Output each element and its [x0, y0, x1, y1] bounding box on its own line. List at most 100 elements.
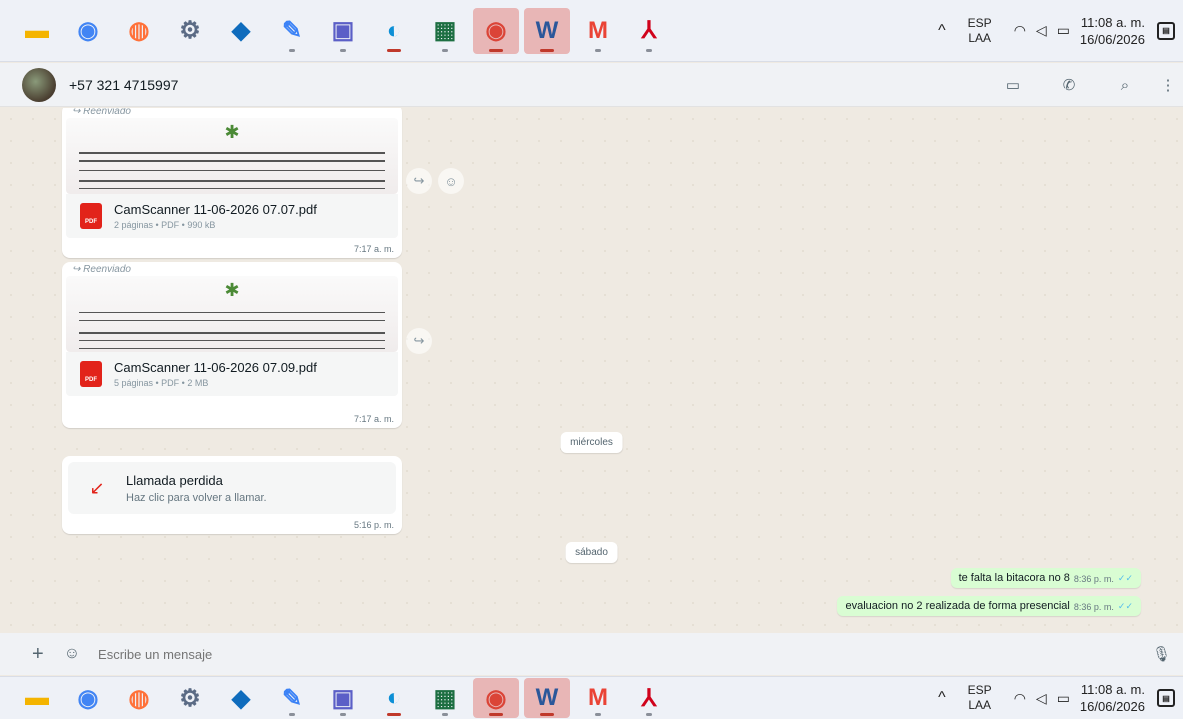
taskbar-app[interactable]: M — [575, 8, 621, 54]
file-explorer-icon: ▬ — [25, 16, 49, 44]
taskbar-app[interactable]: ◉ — [473, 7, 519, 54]
avatar[interactable] — [22, 67, 56, 102]
taskbar-app[interactable]: W — [524, 678, 570, 718]
taskbar-app[interactable]: ◐ — [371, 678, 417, 718]
teams-icon: ▣ — [331, 17, 355, 44]
taskbar-app[interactable]: ⅄ — [626, 8, 672, 54]
chevron-up-icon[interactable]: ^ — [938, 22, 946, 40]
taskbar-app[interactable]: ⅄ — [626, 678, 672, 718]
forward-icon[interactable]: ↪ — [406, 328, 432, 354]
taskbar-app[interactable]: M — [575, 678, 621, 718]
wifi-icon[interactable]: ◠ — [1014, 690, 1026, 707]
taskbar-app[interactable]: ◆ — [218, 8, 264, 54]
taskbar-apps: ▬ ◉ ◍ ⚙ ◆ ✎ ▣ ◐ ▦ ◉ W M ⅄ — [14, 678, 677, 718]
more-options-icon[interactable]: ⋮ — [1153, 76, 1183, 94]
call-back-card[interactable]: ↙ Llamada perdida Haz clic para volver a… — [68, 462, 396, 514]
day-separator: miércoles — [560, 432, 623, 453]
document-message[interactable]: ↪ Reenviado ✱ PDF CamScanner 11-06-2026 … — [62, 262, 402, 428]
message-time: 7:17 a. m. — [353, 414, 394, 424]
forward-icon[interactable]: ↪ — [406, 168, 432, 194]
header-actions: ▭ ✆ ⌕ ⋮ — [985, 63, 1183, 107]
taskbar-bottom: ▬ ◉ ◍ ⚙ ◆ ✎ ▣ ◐ ▦ ◉ W M ⅄ ^ ESP LAA ◠ ◁ ▭ 11:08 a. m… — [0, 676, 1183, 719]
document-info[interactable]: PDF CamScanner 11-06-2026 07.09.pdf 5 pá… — [66, 352, 398, 396]
message-composer: + ☺ 🎙 — [0, 633, 1183, 675]
taskbar-app[interactable]: ▣ — [320, 8, 366, 54]
outgoing-message[interactable]: evaluacion no 2 realizada de forma prese… — [837, 596, 1141, 616]
document-info[interactable]: PDF CamScanner 11-06-2026 07.07.pdf 2 pá… — [66, 194, 398, 238]
clock[interactable]: 11:08 a. m. 16/06/2026 — [1080, 14, 1145, 48]
contact-name[interactable]: +57 321 4715997 — [69, 77, 178, 93]
system-tray: ^ ESP LAA ◠ ◁ ▭ 11:08 a. m. 16/06/2026 ▤ — [938, 0, 1183, 61]
outlook-icon: ◆ — [231, 17, 251, 44]
document-message[interactable]: ↪ Reenviado ✱ PDF CamScanner 11-06-2026 … — [62, 108, 402, 258]
attach-plus-icon[interactable]: + — [32, 643, 44, 666]
taskbar-app[interactable]: ✎ — [269, 678, 315, 718]
taskbar-app[interactable]: ◆ — [218, 678, 264, 718]
taskbar-app[interactable]: ▦ — [422, 8, 468, 54]
document-name: CamScanner 11-06-2026 07.07.pdf — [114, 202, 317, 217]
taskbar-app[interactable]: ◉ — [65, 8, 111, 54]
running-indicator — [340, 713, 346, 716]
search-icon[interactable]: ⌕ — [1097, 77, 1153, 94]
forwarded-label: ↪ Reenviado — [72, 264, 131, 275]
chat-area[interactable]: ↪ Reenviado ✱ PDF CamScanner 11-06-2026 … — [0, 108, 1183, 632]
running-indicator — [489, 713, 503, 716]
running-indicator — [442, 48, 448, 52]
taskbar-app[interactable]: ▬ — [14, 678, 60, 718]
volume-icon[interactable]: ◁ — [1036, 22, 1047, 39]
wifi-icon[interactable]: ◠ — [1014, 22, 1026, 39]
emoji-icon[interactable]: ☺ — [64, 645, 80, 663]
battery-icon[interactable]: ▭ — [1057, 22, 1070, 39]
microphone-icon[interactable]: 🎙 — [1152, 645, 1171, 663]
taskbar-app[interactable]: ◐ — [371, 8, 417, 54]
clock-time: 11:08 a. m. — [1080, 14, 1145, 30]
chrome-icon: ◉ — [77, 17, 99, 44]
missed-call-icon: ↙ — [89, 477, 105, 498]
taskbar-app[interactable]: ▬ — [14, 8, 60, 54]
taskbar-app[interactable]: ◉ — [473, 678, 519, 718]
taskbar-app[interactable]: ◍ — [116, 8, 162, 54]
edge-icon: ◐ — [386, 684, 402, 711]
taskbar-app[interactable]: ◉ — [65, 678, 111, 718]
taskbar-app[interactable]: W — [524, 7, 570, 54]
running-indicator — [289, 713, 295, 716]
running-indicator — [289, 48, 295, 52]
taskbar-app[interactable]: ⚙ — [167, 678, 213, 718]
pdf-icon: PDF — [80, 361, 102, 387]
volume-icon[interactable]: ◁ — [1036, 690, 1047, 707]
firefox-icon: ◍ — [128, 684, 150, 712]
logo-icon: ✱ — [224, 280, 240, 300]
battery-icon[interactable]: ▭ — [1057, 690, 1070, 707]
lang-layout: LAA — [968, 30, 992, 45]
language-indicator[interactable]: ESP LAA — [968, 16, 992, 46]
notification-icon[interactable]: ▤ — [1157, 21, 1175, 40]
clock-date: 16/06/2026 — [1079, 31, 1145, 47]
clock[interactable]: 11:08 a. m. 16/06/2026 — [1080, 681, 1145, 715]
taskbar-app[interactable]: ⚙ — [167, 8, 213, 54]
blue-app-icon: ✎ — [281, 17, 303, 44]
clock-time: 11:08 a. m. — [1080, 682, 1145, 697]
outgoing-message[interactable]: te falta la bitacora no 8 8:36 p. m. ✓✓ — [950, 568, 1141, 588]
chevron-up-icon[interactable]: ^ — [938, 689, 946, 707]
outlook-icon: ◆ — [231, 684, 251, 712]
message-actions: ↪ ☺ — [406, 168, 464, 194]
chrome-active-icon: ◉ — [485, 17, 507, 44]
clock-date: 16/06/2026 — [1079, 699, 1145, 714]
phone-icon[interactable]: ✆ — [1041, 76, 1097, 94]
language-indicator[interactable]: ESP LAA — [968, 683, 992, 713]
chat-header: +57 321 4715997 ▭ ✆ ⌕ ⋮ — [0, 63, 1183, 107]
document-preview[interactable]: ✱ — [66, 118, 398, 194]
day-separator: sábado — [565, 542, 618, 563]
video-call-icon[interactable]: ▭ — [985, 76, 1041, 94]
notification-icon[interactable]: ▤ — [1157, 689, 1175, 707]
taskbar-app[interactable]: ▣ — [320, 678, 366, 718]
taskbar-app[interactable]: ▦ — [422, 678, 468, 718]
taskbar-app[interactable]: ◍ — [116, 678, 162, 718]
emoji-react-icon[interactable]: ☺ — [438, 168, 464, 194]
message-actions: ↪ — [406, 328, 432, 354]
taskbar-app[interactable]: ✎ — [269, 8, 315, 54]
document-name: CamScanner 11-06-2026 07.09.pdf — [114, 360, 317, 375]
document-preview[interactable]: ✱ — [66, 276, 398, 352]
missed-call-message[interactable]: ↙ Llamada perdida Haz clic para volver a… — [62, 456, 402, 534]
message-input[interactable] — [98, 646, 1152, 662]
